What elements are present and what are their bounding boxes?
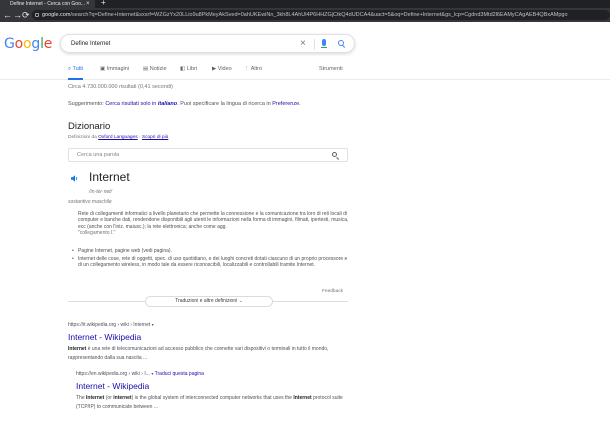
reload-icon[interactable]: ⟳ [22, 9, 30, 21]
logo-letter: o [14, 36, 24, 52]
tab-label: Notizie [149, 66, 167, 72]
snippet-text: The [76, 395, 87, 401]
tab-label: Altro [250, 66, 263, 72]
result-citation: https://it.wikipedia.org › wiki › Intern… [68, 322, 154, 328]
search-small-icon: ⌕ [68, 66, 72, 72]
result-menu-icon[interactable]: ▾ [152, 322, 154, 327]
part-of-speech: sostantivo maschile [68, 199, 112, 205]
result-citation: https://en.wikipedia.org › wiki › I... ▾… [76, 371, 204, 377]
definition-bullet: Pagine Internet, pagine web (vedi pagina… [72, 248, 350, 255]
browser-tab[interactable]: Define Internet - Cerca con Goo... × [0, 0, 95, 8]
video-icon: ▶ [212, 66, 217, 72]
learn-more-link[interactable]: Scopri di più [142, 135, 168, 140]
result-menu-icon[interactable]: ▾ [151, 371, 153, 376]
search-icon[interactable] [332, 152, 337, 157]
forward-icon[interactable]: → [13, 9, 22, 21]
tab-label: Libri [186, 66, 198, 72]
definition-bullet: Internet delle cose, rete di oggetti, sp… [72, 256, 350, 269]
dictionary-source: Definizioni da Oxford Languages · Scopri… [68, 135, 168, 140]
more-vert-icon: ⋮ [244, 66, 250, 72]
source-prefix: Definizioni da [68, 135, 97, 140]
logo-letter: e [43, 36, 53, 52]
lock-icon [35, 13, 39, 17]
tab-more[interactable]: ⋮ Altro [244, 64, 262, 74]
new-tab-icon[interactable]: + [101, 0, 106, 7]
back-icon[interactable]: ← [3, 9, 12, 21]
snippet-bold: Internet [86, 395, 105, 401]
tab-title: Define Internet - Cerca con Goo... [10, 1, 86, 7]
snippet-bold: internet [113, 395, 132, 401]
dictionary-word: Internet [89, 170, 130, 184]
suggestion-text: . Puoi specificare la lingua di ricerca … [177, 101, 271, 107]
suggestion-language-link[interactable]: italiano [158, 101, 177, 107]
address-bar[interactable]: google.com/search?q=Define+Internet&sxsr… [32, 10, 610, 20]
chevron-down-icon: ⌄ [238, 298, 243, 304]
search-input[interactable]: Define Internet × [60, 34, 355, 53]
definition-text: Rete di collegamenti informatici a livel… [78, 211, 350, 236]
tab-label: Video [217, 66, 232, 72]
language-suggestion: Suggerimento: Cerca risultati solo in it… [68, 101, 301, 107]
tab-images[interactable]: ▣ Immagini [100, 64, 129, 74]
search-divider [314, 39, 315, 50]
snippet-bold: Internet [68, 346, 87, 352]
suggestion-link[interactable]: Cerca risultati solo in [105, 101, 156, 107]
url-path: /search?q=Define+Internet&sxsrf=WZGzYx20… [70, 12, 568, 18]
news-icon: ▤ [143, 66, 149, 72]
suggestion-end: . [299, 101, 301, 107]
speaker-icon[interactable] [71, 175, 79, 182]
more-definitions-label: Traduzioni e altre definizioni [175, 298, 238, 304]
feedback-link[interactable]: Feedback [322, 289, 343, 294]
image-icon: ▣ [100, 66, 106, 72]
definition-example: "collegamento I." [78, 229, 116, 236]
result-stats: Circa 4.730.000.000 risultati (0,41 seco… [68, 84, 173, 90]
preferences-link[interactable]: Preferenze [272, 101, 299, 107]
browser-toolbar: ← → ⟳ google.com/search?q=Define+Interne… [0, 8, 610, 22]
phonetic: /ìn·ter·net/ [89, 189, 113, 195]
more-definitions-button[interactable]: Traduzioni e altre definizioni ⌄ [145, 296, 273, 307]
book-icon: ◧ [180, 66, 186, 72]
definition-body: Rete di collegamenti informatici a livel… [78, 211, 349, 230]
result-snippet: The Internet (or internet) is the global… [76, 394, 361, 412]
result-url: https://en.wikipedia.org › wiki › I... [76, 371, 150, 377]
snippet-text: è una rete di telecomunicazioni ad acces… [68, 346, 329, 361]
search-query: Define Internet [71, 41, 111, 47]
result-url: https://it.wikipedia.org › wiki › Intern… [68, 322, 151, 328]
tab-books[interactable]: ◧ Libri [180, 64, 197, 74]
snippet-bold: Internet [293, 395, 312, 401]
tools-button[interactable]: Strumenti [319, 64, 343, 74]
clear-icon[interactable]: × [300, 36, 306, 52]
result-snippet: Internet è una rete di telecomunicazioni… [68, 345, 353, 363]
tab-news[interactable]: ▤ Notizie [143, 64, 167, 74]
tab-all[interactable]: ⌕ Tutti [68, 64, 84, 80]
result-title-link[interactable]: Internet - Wikipedia [76, 381, 149, 391]
url-domain: google.com [42, 12, 71, 18]
dictionary-title: Dizionario [68, 121, 111, 132]
oxford-link[interactable]: Oxford Languages [98, 135, 137, 140]
dictionary-search-input[interactable]: Cerca una parola [68, 148, 348, 162]
search-icon[interactable] [338, 40, 344, 46]
dictionary-search-placeholder: Cerca una parola [77, 152, 120, 158]
suggestion-prefix: Suggerimento: [68, 101, 104, 107]
search-header: Google Define Internet × Strumenti [0, 22, 610, 80]
google-logo[interactable]: Google [4, 36, 52, 52]
tab-label: Immagini [106, 66, 130, 72]
tab-video[interactable]: ▶ Video [212, 64, 232, 74]
logo-letter: G [4, 36, 15, 52]
result-title-link[interactable]: Internet - Wikipedia [68, 332, 141, 342]
snippet-text: ) is the global system of interconnected… [131, 395, 294, 401]
browser-tab-bar: Define Internet - Cerca con Goo... × + [0, 0, 610, 8]
microphone-icon[interactable] [321, 39, 327, 48]
tab-label: Tutti [72, 66, 84, 72]
snippet-text: (or [104, 395, 114, 401]
logo-letter: g [31, 36, 41, 52]
translate-page-link[interactable]: Traduci questa pagina [155, 371, 204, 377]
tab-close-icon[interactable]: × [86, 0, 90, 8]
